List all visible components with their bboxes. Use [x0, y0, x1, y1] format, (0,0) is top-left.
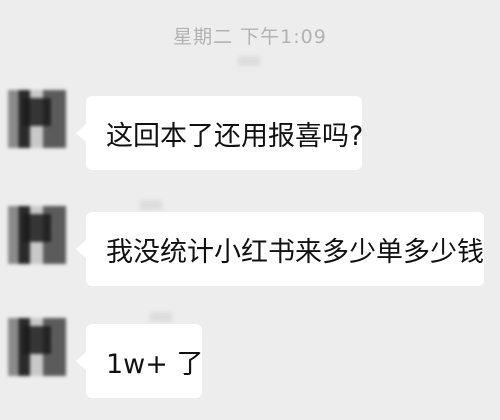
blur-smudge	[238, 56, 260, 66]
message-bubble[interactable]: 1w+ 了	[76, 324, 204, 398]
chat-message: 我没统计小红书来多少单多少钱	[0, 206, 500, 286]
sender-avatar[interactable]	[8, 318, 66, 376]
message-text: 这回本了还用报喜吗?	[106, 120, 364, 152]
chat-message: 1w+ 了	[0, 318, 500, 398]
message-bubble[interactable]: 这回本了还用报喜吗?	[76, 96, 364, 170]
chat-message: 这回本了还用报喜吗?	[0, 90, 500, 170]
message-text: 1w+ 了	[106, 348, 204, 380]
sender-avatar[interactable]	[8, 90, 66, 148]
message-bubble[interactable]: 我没统计小红书来多少单多少钱	[76, 212, 484, 286]
chat-timestamp: 星期二 下午1:09	[173, 26, 327, 48]
message-text: 我没统计小红书来多少单多少钱	[106, 236, 484, 268]
sender-avatar[interactable]	[8, 206, 66, 264]
